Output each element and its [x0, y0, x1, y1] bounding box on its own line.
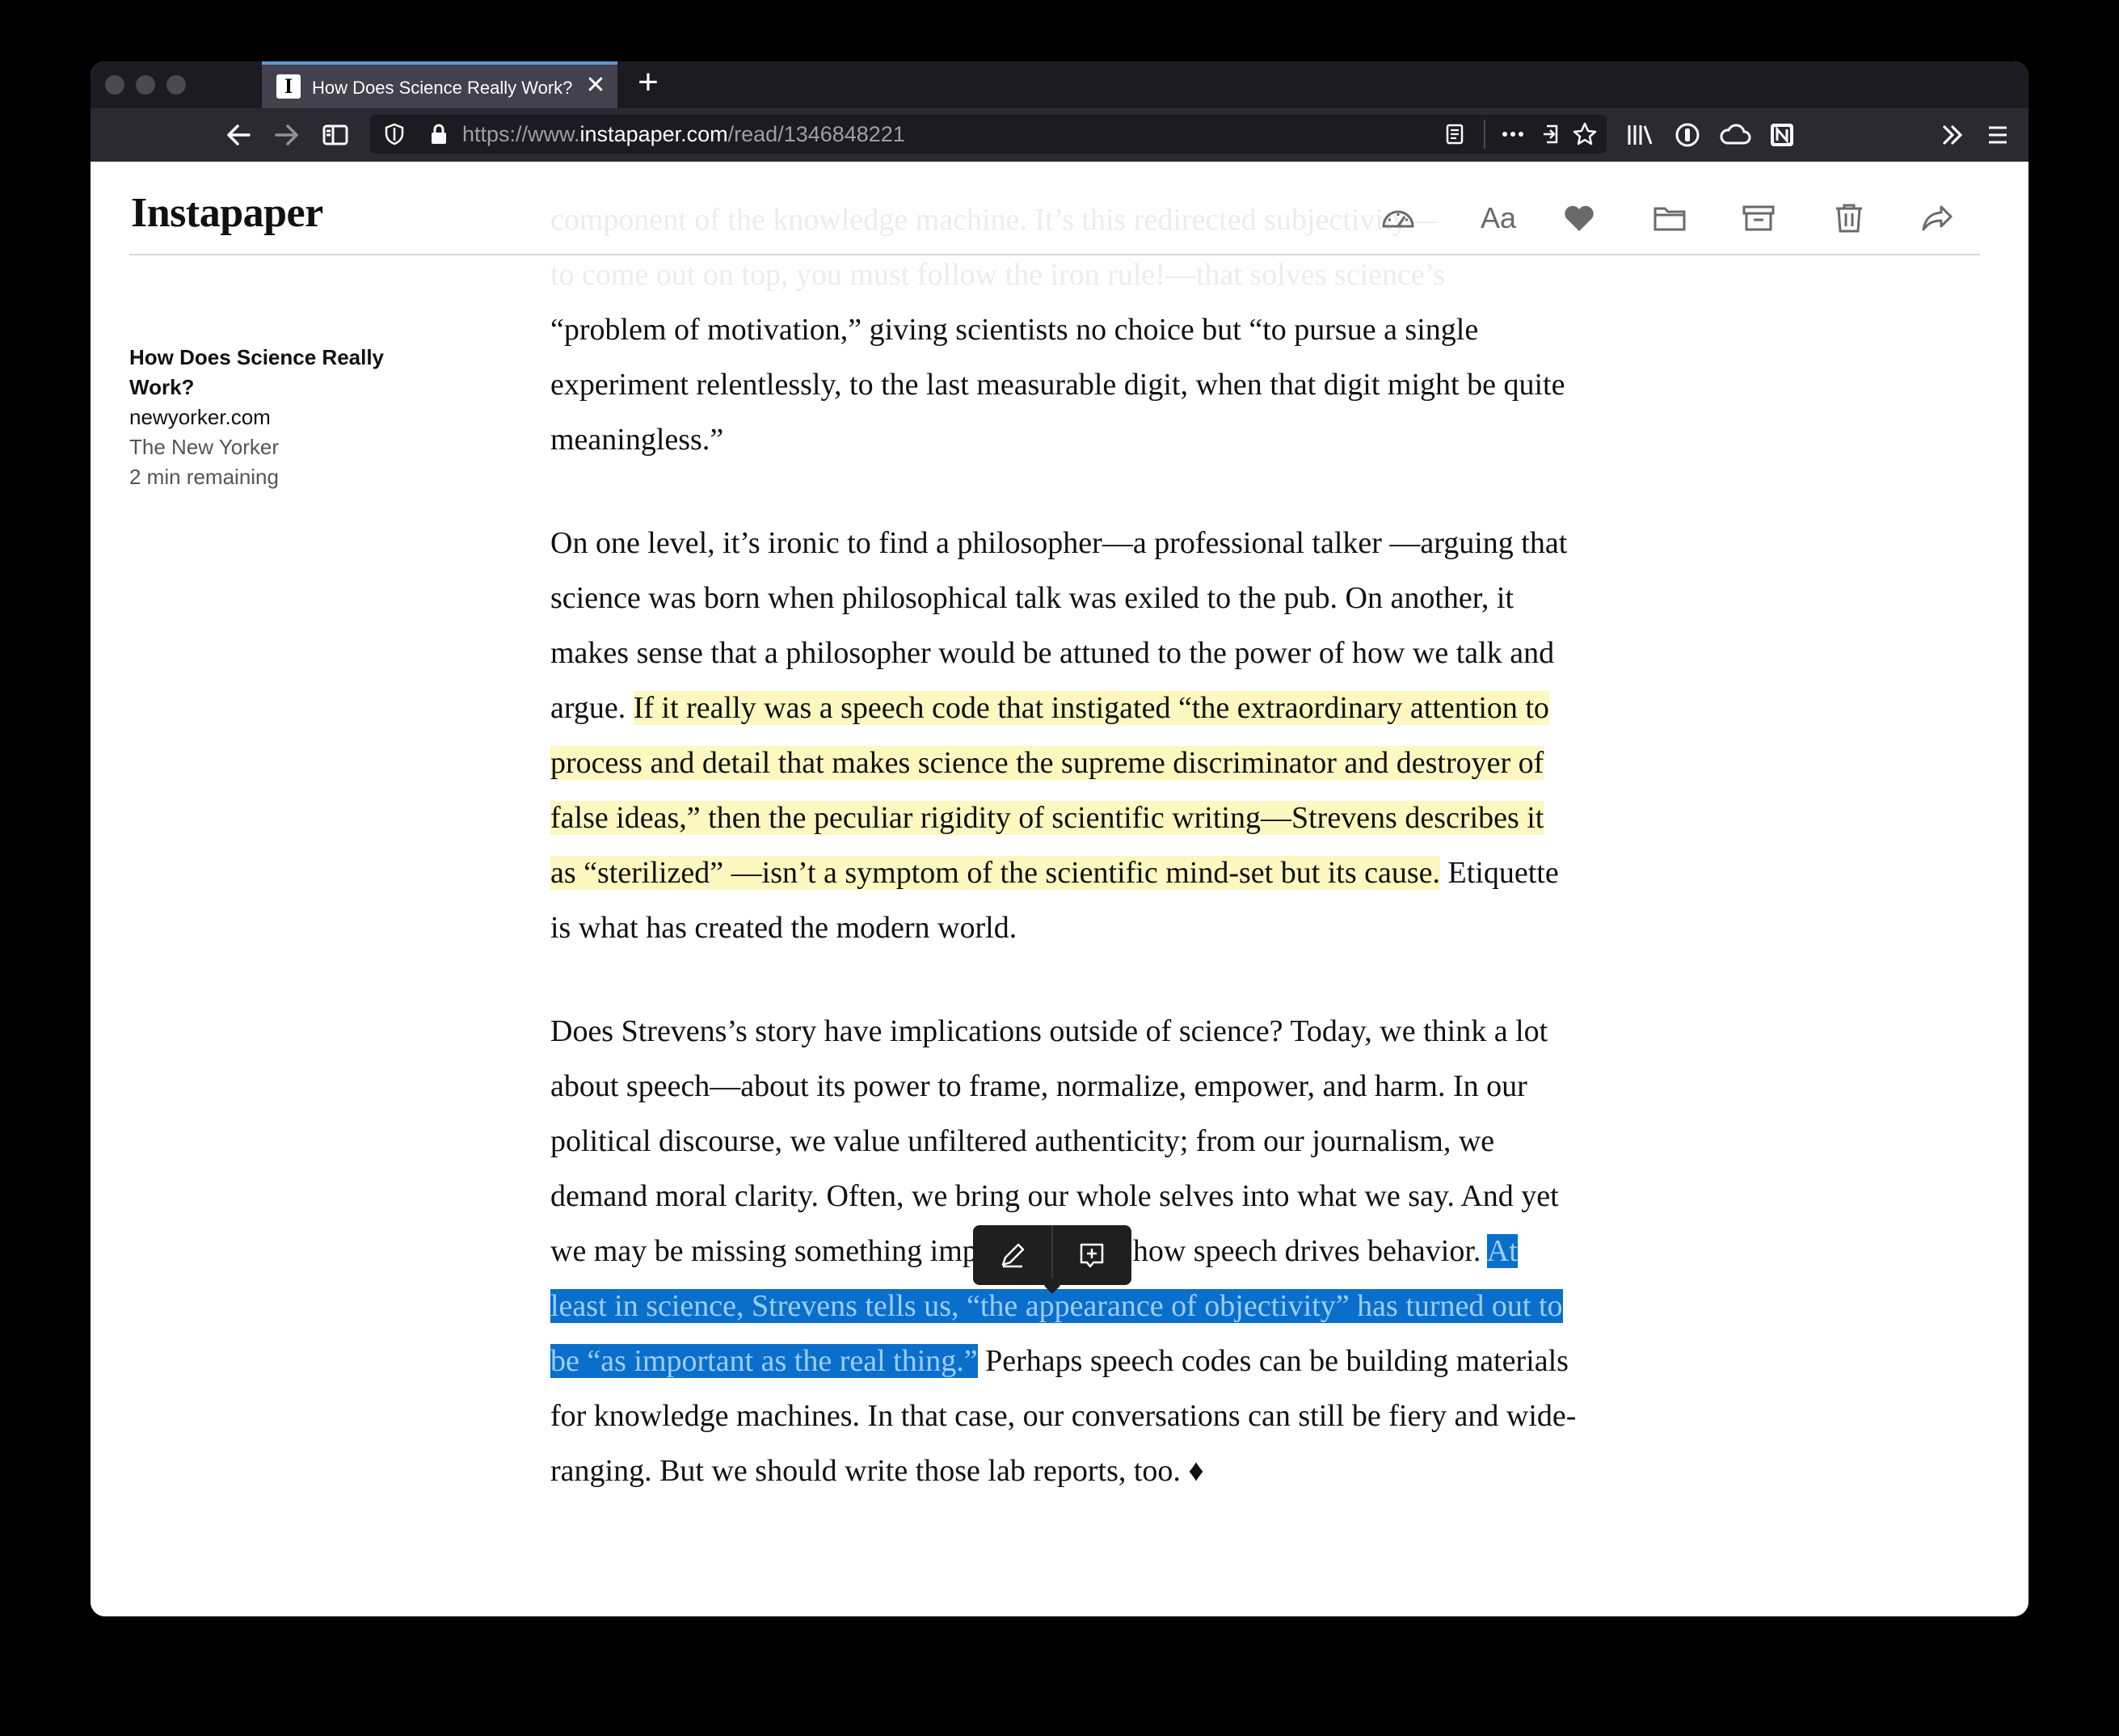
article-title: How Does Science Really Work? [129, 345, 385, 399]
article-body: component of the knowledge machine. It’s… [550, 192, 1577, 1547]
url-bar[interactable]: https://www.instapaper.com/read/13468482… [370, 115, 1607, 154]
sidebar-icon [322, 124, 348, 145]
browser-tab[interactable]: I How Does Science Really Work? ✕ [262, 61, 617, 108]
cloud-sync-icon[interactable] [1718, 120, 1752, 150]
browser-window: I How Does Science Really Work? ✕ + http… [91, 61, 2028, 1616]
minimize-window-button[interactable] [136, 75, 155, 95]
faded-text-line: to come out on top, you must follow the … [550, 258, 1446, 292]
paragraph-text: “problem of motivation,” giving scientis… [550, 313, 1565, 457]
url-text[interactable]: https://www.instapaper.com/read/13468482… [462, 115, 905, 154]
tab-title: How Does Science Really Work? [312, 78, 573, 98]
yellow-highlight[interactable]: If it really was a speech code that inst… [550, 691, 1549, 890]
tracking-shield-icon[interactable] [381, 121, 407, 147]
article-meta: How Does Science Really Work? newyorker.… [129, 343, 420, 492]
new-tab-button[interactable]: + [630, 65, 666, 102]
back-button[interactable] [220, 116, 257, 154]
highlight-pen-icon [1001, 1243, 1025, 1268]
back-arrow-icon [227, 124, 251, 145]
lock-icon[interactable] [427, 122, 451, 146]
pocket-save-icon[interactable] [1539, 121, 1565, 147]
text-settings-icon[interactable]: Aa [1464, 196, 1532, 241]
notion-extension-icon[interactable] [1767, 120, 1797, 150]
forward-arrow-icon [275, 124, 298, 145]
delete-trash-icon[interactable] [1826, 196, 1872, 241]
add-note-button[interactable] [1052, 1225, 1131, 1285]
page-actions-menu-icon[interactable] [1498, 121, 1527, 147]
hamburger-menu-icon[interactable] [1983, 120, 2012, 150]
navigation-toolbar: https://www.instapaper.com/read/13468482… [91, 108, 2028, 162]
password-manager-icon[interactable] [1673, 120, 1702, 150]
share-icon[interactable] [1915, 196, 1961, 241]
instapaper-header: Instapaper Aa [91, 162, 2028, 257]
move-folder-icon[interactable] [1647, 196, 1692, 241]
page-content: component of the knowledge machine. It’s… [91, 162, 2028, 1616]
library-icon[interactable] [1624, 120, 1657, 150]
article-paragraph: On one level, it’s ironic to find a phil… [550, 516, 1577, 955]
overflow-chevron-icon[interactable] [1938, 120, 1967, 150]
publication-name: The New Yorker [129, 435, 279, 459]
time-remaining: 2 min remaining [129, 465, 279, 489]
bookmark-star-icon[interactable] [1571, 120, 1599, 148]
zoom-window-button[interactable] [166, 75, 186, 95]
source-domain[interactable]: newyorker.com [129, 402, 420, 432]
header-divider [129, 254, 1980, 255]
tab-favicon-icon: I [276, 74, 301, 99]
like-heart-icon[interactable] [1557, 196, 1602, 241]
urlbar-divider [1484, 120, 1485, 149]
reader-view-icon[interactable] [1442, 121, 1468, 147]
tab-strip: I How Does Science Really Work? ✕ + [91, 61, 2028, 108]
selection-popover [973, 1225, 1131, 1294]
close-window-button[interactable] [105, 75, 124, 95]
highlight-button[interactable] [973, 1225, 1052, 1285]
add-note-icon [1080, 1243, 1104, 1268]
sidebar-toggle-button[interactable] [317, 116, 354, 154]
archive-icon[interactable] [1736, 196, 1781, 241]
forward-button[interactable] [268, 116, 305, 154]
speed-reading-icon[interactable] [1375, 196, 1421, 241]
instapaper-logo[interactable]: Instapaper [131, 189, 323, 237]
tab-close-icon[interactable]: ✕ [581, 71, 610, 100]
